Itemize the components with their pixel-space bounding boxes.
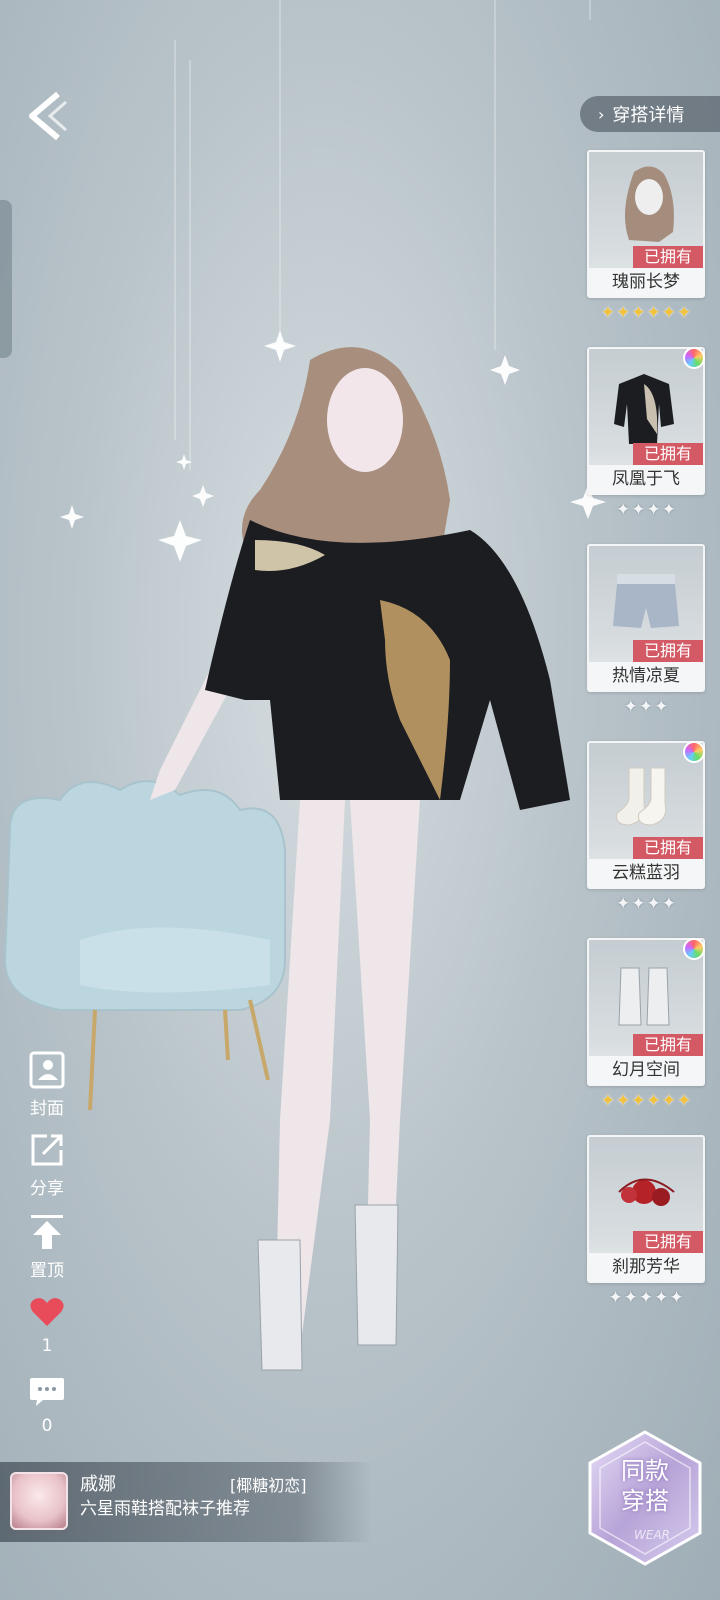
owned-badge: 已拥有 bbox=[633, 640, 703, 662]
color-palette-icon bbox=[683, 938, 705, 960]
item-card-top[interactable]: 已拥有 凤凰于飞 bbox=[587, 347, 705, 495]
owned-badge: 已拥有 bbox=[633, 246, 703, 268]
same-outfit-line2: 穿搭 bbox=[621, 1487, 669, 1515]
same-outfit-watermark: WEAR bbox=[634, 1528, 670, 1542]
item-name: 凤凰于飞 bbox=[589, 465, 703, 493]
back-arrow-icon bbox=[29, 91, 67, 141]
pin-top-button[interactable]: 置顶 bbox=[20, 1212, 74, 1281]
color-palette-icon bbox=[683, 741, 705, 763]
cover-button[interactable]: 封面 bbox=[20, 1050, 74, 1119]
author-avatar[interactable] bbox=[10, 1472, 68, 1530]
same-outfit-line1: 同款 bbox=[621, 1457, 669, 1485]
like-count: 1 bbox=[41, 1336, 53, 1356]
item-card-bottom[interactable]: 已拥有 热情凉夏 bbox=[587, 544, 705, 692]
item-card-shoes[interactable]: 已拥有 幻月空间 bbox=[587, 938, 705, 1086]
item-name: 幻月空间 bbox=[589, 1056, 703, 1084]
item-stars: ✦ ✦ ✦ ✦ ✦ ✦ bbox=[600, 303, 692, 323]
owned-badge: 已拥有 bbox=[633, 1034, 703, 1056]
share-icon bbox=[31, 1134, 63, 1166]
item-stars: ✦ ✦ ✦ ✦ ✦ ✦ bbox=[600, 1091, 692, 1111]
item-stars: ✦ ✦ ✦ bbox=[623, 697, 669, 717]
pin-top-icon bbox=[31, 1215, 63, 1249]
back-button[interactable] bbox=[22, 88, 74, 144]
like-button[interactable]: 1 bbox=[20, 1292, 74, 1356]
item-card-accessory[interactable]: 已拥有 刹那芳华 bbox=[587, 1135, 705, 1283]
cover-label: 封面 bbox=[30, 1099, 64, 1119]
item-stars: ✦ ✦ ✦ ✦ bbox=[616, 500, 676, 520]
color-palette-icon bbox=[683, 347, 705, 369]
comment-icon bbox=[30, 1378, 64, 1406]
share-label: 分享 bbox=[30, 1179, 64, 1199]
item-name: 刹那芳华 bbox=[589, 1253, 703, 1281]
outfit-description: 六星雨鞋搭配袜子推荐 bbox=[80, 1499, 250, 1519]
author-title-tag: [椰糖初恋] bbox=[230, 1476, 307, 1495]
item-name: 热情凉夏 bbox=[589, 662, 703, 690]
owned-badge: 已拥有 bbox=[633, 443, 703, 465]
owned-badge: 已拥有 bbox=[633, 1231, 703, 1253]
chevron-right-icon: › bbox=[598, 104, 605, 124]
item-name: 云糕蓝羽 bbox=[589, 859, 703, 887]
owned-badge: 已拥有 bbox=[633, 837, 703, 859]
comment-count: 0 bbox=[41, 1416, 53, 1436]
share-button[interactable]: 分享 bbox=[20, 1130, 74, 1199]
item-name: 瑰丽长梦 bbox=[589, 268, 703, 296]
author-name: 戚娜 bbox=[80, 1474, 116, 1495]
comment-button[interactable]: 0 bbox=[20, 1372, 74, 1436]
same-outfit-button[interactable]: 同款 穿搭 WEAR bbox=[584, 1428, 706, 1568]
item-card-socks[interactable]: 已拥有 云糕蓝羽 bbox=[587, 741, 705, 889]
item-stars: ✦ ✦ ✦ ✦ ✦ bbox=[608, 1288, 684, 1308]
pin-top-label: 置顶 bbox=[30, 1261, 64, 1281]
side-drawer-handle[interactable] bbox=[0, 200, 12, 358]
heart-icon bbox=[30, 1298, 64, 1326]
outfit-detail-button[interactable]: › 穿搭详情 bbox=[580, 96, 720, 132]
outfit-detail-label: 穿搭详情 bbox=[612, 105, 685, 126]
item-card-hair[interactable]: 已拥有 瑰丽长梦 bbox=[587, 150, 705, 298]
item-stars: ✦ ✦ ✦ ✦ bbox=[616, 894, 676, 914]
cover-icon bbox=[29, 1051, 65, 1089]
